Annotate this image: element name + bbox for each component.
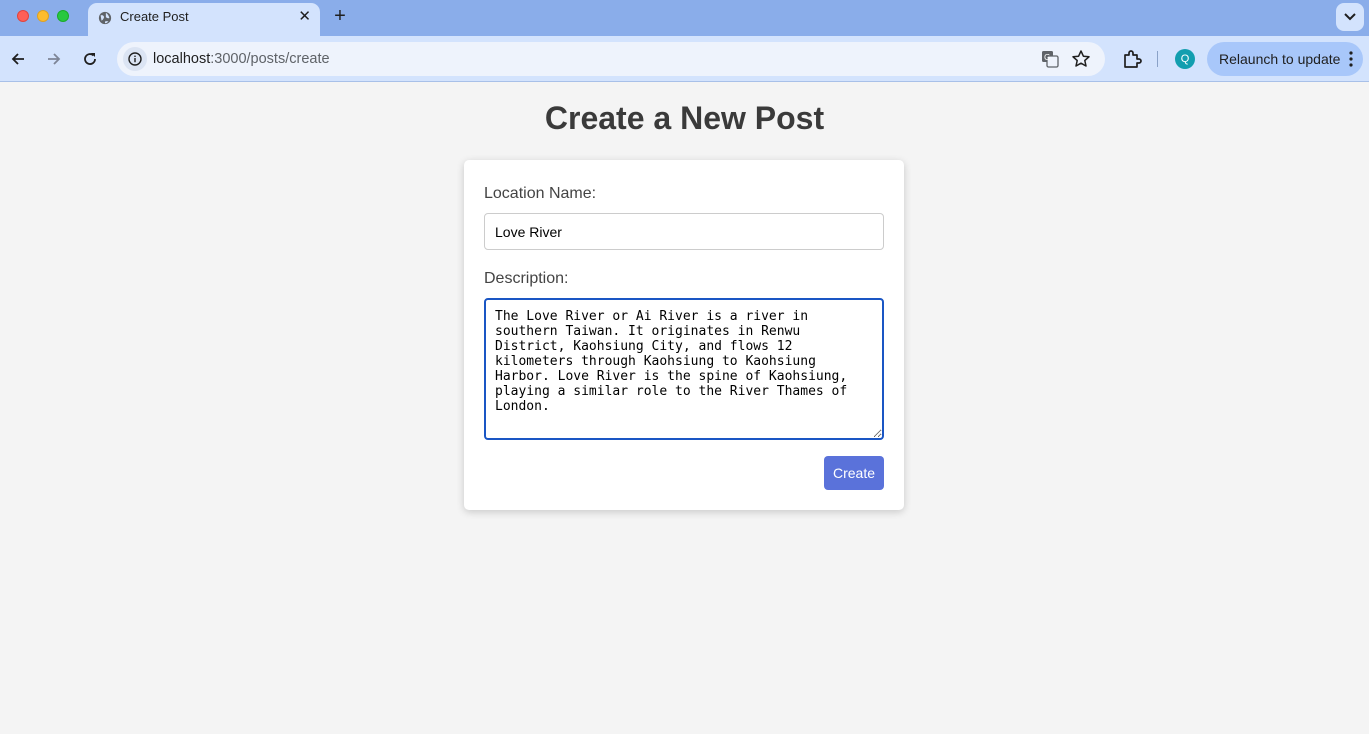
reload-icon bbox=[84, 53, 96, 65]
svg-text:G: G bbox=[1044, 53, 1050, 62]
relaunch-label: Relaunch to update bbox=[1219, 51, 1341, 67]
close-window-button[interactable] bbox=[17, 10, 29, 22]
description-label: Description: bbox=[484, 270, 569, 287]
arrow-right-icon bbox=[48, 53, 61, 65]
tab-title: Create Post bbox=[120, 9, 189, 24]
back-button[interactable] bbox=[7, 48, 29, 70]
site-info-icon[interactable] bbox=[123, 47, 147, 71]
maximize-window-button[interactable] bbox=[57, 10, 69, 22]
description-textarea[interactable]: The Love River or Ai River is a river in… bbox=[484, 298, 884, 440]
active-tab[interactable]: Create Post ✕ bbox=[88, 3, 320, 36]
forward-button[interactable] bbox=[43, 48, 65, 70]
location-name-label: Location Name: bbox=[484, 185, 597, 202]
tab-search-button[interactable] bbox=[1336, 3, 1364, 31]
browser-toolbar: localhost:3000/posts/create G Q Relaunch… bbox=[0, 36, 1369, 82]
relaunch-button[interactable]: Relaunch to update bbox=[1207, 42, 1363, 76]
page-title: Create a New Post bbox=[544, 100, 825, 136]
globe-icon bbox=[98, 11, 112, 25]
location-name-input[interactable] bbox=[484, 213, 884, 250]
close-tab-icon[interactable]: ✕ bbox=[298, 8, 311, 26]
browser-tab-bar: Create Post ✕ + bbox=[0, 0, 1369, 36]
minimize-window-button[interactable] bbox=[37, 10, 49, 22]
address-bar[interactable]: localhost:3000/posts/create G bbox=[117, 42, 1105, 76]
more-vert-icon[interactable] bbox=[1349, 51, 1353, 67]
profile-avatar[interactable]: Q bbox=[1175, 49, 1195, 69]
chevron-down-icon bbox=[1344, 13, 1356, 21]
url-text: localhost:3000/posts/create bbox=[153, 51, 330, 67]
toolbar-divider bbox=[1157, 51, 1158, 67]
create-button[interactable]: Create bbox=[824, 456, 884, 490]
reload-button[interactable] bbox=[79, 48, 101, 70]
translate-icon[interactable]: G bbox=[1041, 50, 1059, 68]
bookmark-star-icon[interactable] bbox=[1071, 49, 1091, 69]
extensions-puzzle-icon[interactable] bbox=[1121, 48, 1143, 70]
new-tab-button[interactable]: + bbox=[330, 4, 350, 28]
url-path: :3000/posts/create bbox=[210, 51, 330, 67]
create-post-form: Location Name: Description: The Love Riv… bbox=[464, 160, 904, 510]
url-host: localhost bbox=[153, 51, 211, 67]
arrow-left-icon bbox=[11, 53, 24, 65]
